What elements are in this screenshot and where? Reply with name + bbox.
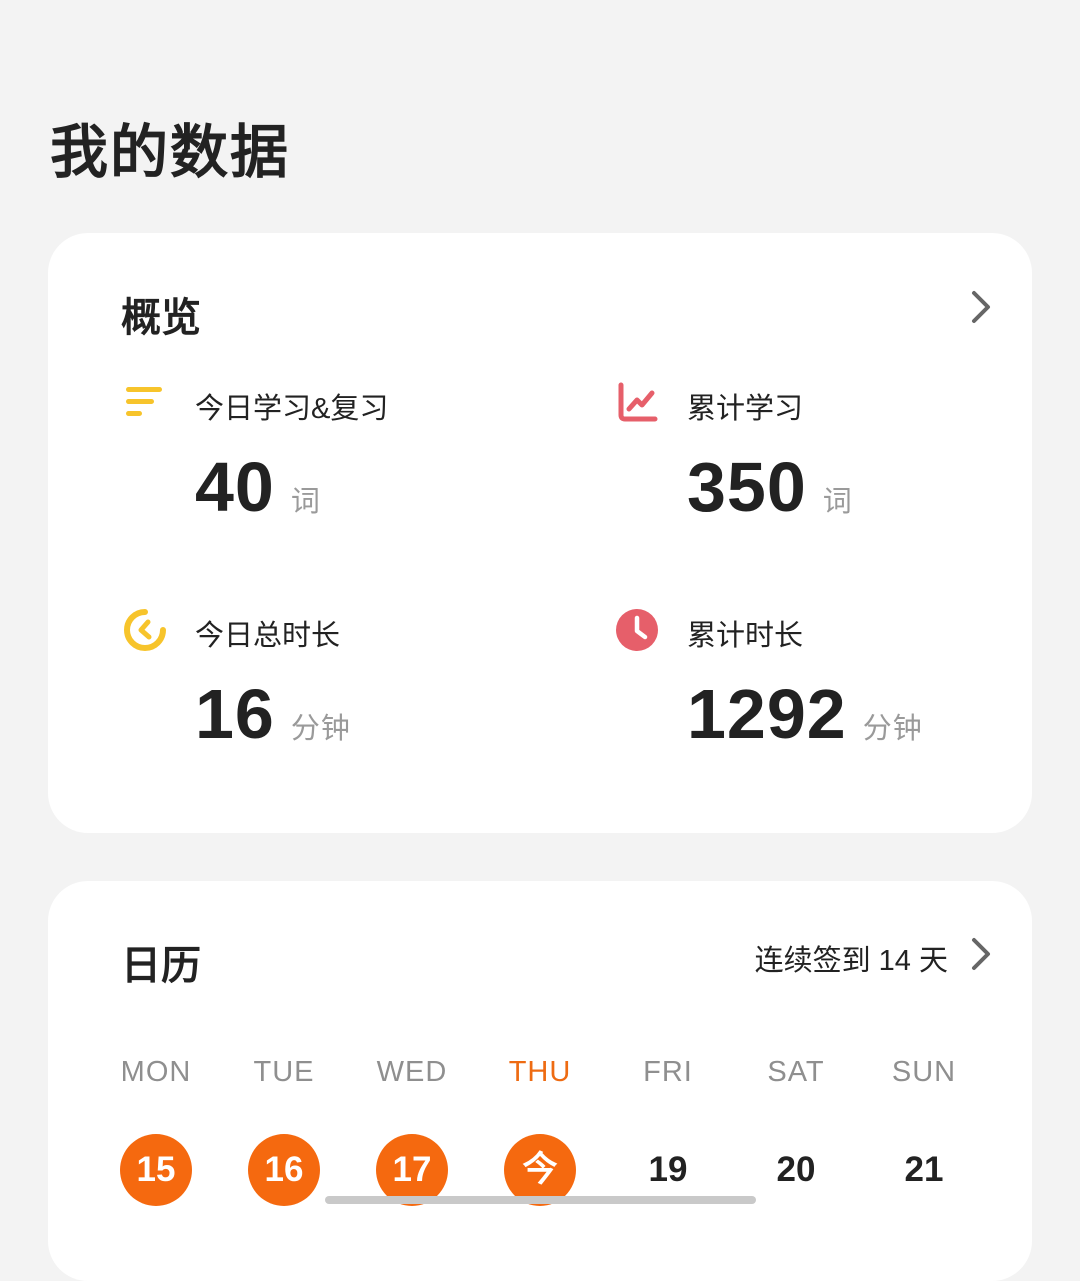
calendar-day[interactable]: 21: [888, 1134, 960, 1206]
calendar-day[interactable]: 20: [760, 1134, 832, 1206]
stat-number: 350: [687, 448, 807, 526]
stat-number: 16: [195, 675, 275, 753]
page-title: 我的数据: [50, 120, 291, 185]
clock-icon: [616, 609, 658, 651]
weekday-label: WED: [376, 1056, 448, 1088]
weekday-label: FRI: [643, 1056, 693, 1088]
stat-label: 累计时长: [687, 620, 804, 652]
weekday-label: SAT: [767, 1056, 825, 1088]
lines-icon: [126, 387, 162, 416]
calendar-day[interactable]: 15: [120, 1134, 192, 1206]
checkin-streak[interactable]: 连续签到 14 天: [755, 937, 948, 979]
calendar-card[interactable]: 日历 连续签到 14 天 MON TUE WED THU FRI SAT SUN…: [48, 881, 1032, 1281]
home-indicator[interactable]: [325, 1196, 756, 1204]
stat-value: 350 词: [687, 447, 853, 527]
timer-icon: [124, 609, 166, 651]
calendar-day[interactable]: 16: [248, 1134, 320, 1206]
stat-unit: 分钟: [290, 713, 351, 745]
stat-value: 16 分钟: [195, 674, 351, 754]
stat-unit: 词: [822, 486, 853, 518]
weekday-label: MON: [120, 1056, 192, 1088]
overview-title: 概览: [121, 296, 201, 340]
chevron-right-icon[interactable]: [968, 289, 994, 325]
weekday-label-today: THU: [508, 1056, 572, 1088]
line-chart-icon: [618, 382, 658, 422]
weekday-label: SUN: [891, 1056, 957, 1088]
stat-value: 40 词: [195, 447, 321, 527]
stat-unit: 词: [290, 486, 321, 518]
stat-label: 累计学习: [687, 393, 804, 425]
calendar-title: 日历: [121, 944, 201, 988]
stat-value: 1292 分钟: [687, 674, 923, 754]
overview-card[interactable]: 概览 今日学习&复习 40 词 累计学习 350 词 今日总时长 16 分钟 累…: [48, 233, 1032, 833]
stat-label: 今日学习&复习: [195, 393, 389, 425]
stat-number: 40: [195, 448, 275, 526]
weekday-label: TUE: [253, 1056, 315, 1088]
stat-unit: 分钟: [862, 713, 923, 745]
stat-label: 今日总时长: [195, 620, 341, 652]
stat-number: 1292: [687, 675, 847, 753]
chevron-right-icon[interactable]: [968, 936, 994, 972]
